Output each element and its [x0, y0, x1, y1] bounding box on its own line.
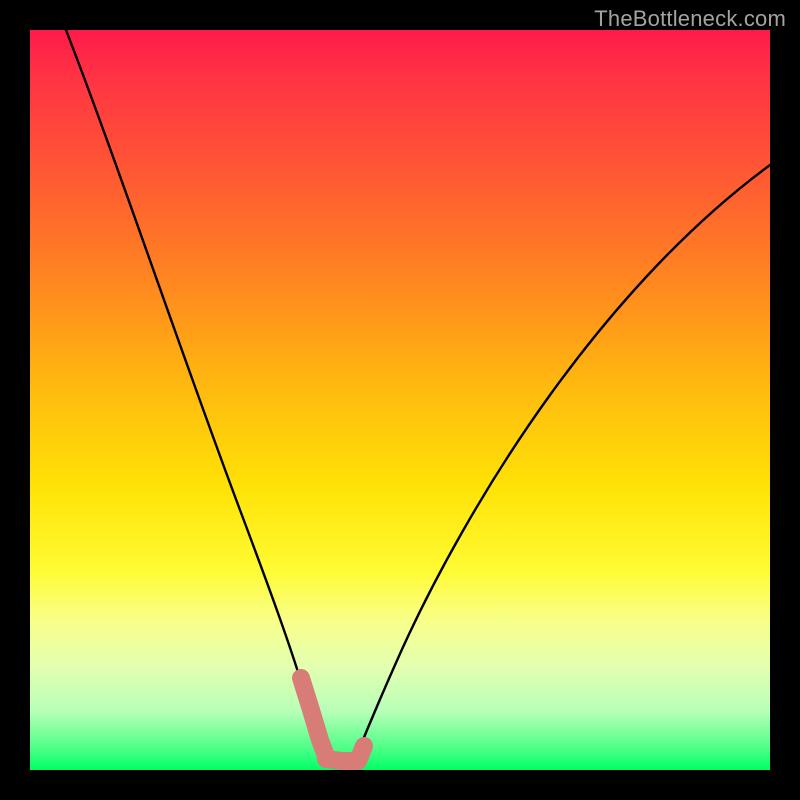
left-branch-curve: [66, 30, 330, 762]
trough-highlight: [301, 678, 364, 761]
curve-layer: [30, 30, 770, 770]
chart-frame: TheBottleneck.com: [0, 0, 800, 800]
watermark-text: TheBottleneck.com: [594, 6, 786, 32]
right-branch-curve: [354, 165, 770, 762]
plot-area: [30, 30, 770, 770]
